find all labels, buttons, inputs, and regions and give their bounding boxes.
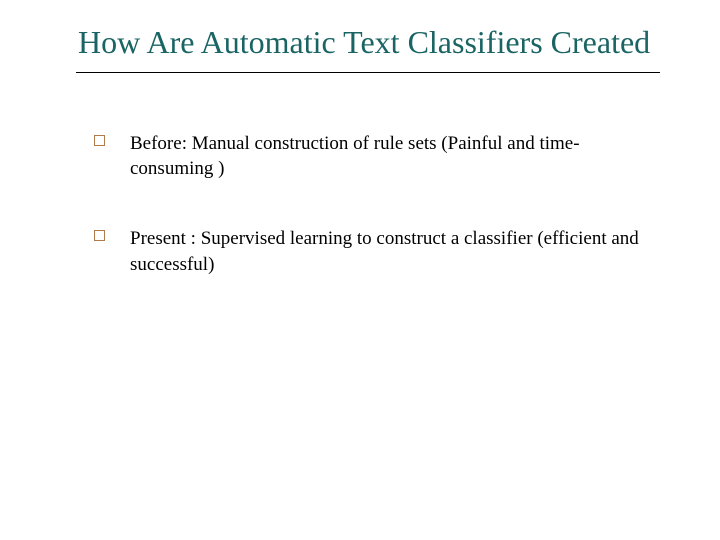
circle-bullet-icon [94,230,105,241]
bullet-text: Present : Supervised learning to constru… [130,228,639,275]
list-item: Before: Manual construction of rule sets… [94,131,660,182]
circle-bullet-icon [94,135,105,146]
slide-container: How Are Automatic Text Classifiers Creat… [0,0,720,540]
bullet-list: Before: Manual construction of rule sets… [78,131,660,278]
slide-title: How Are Automatic Text Classifiers Creat… [78,24,660,62]
bullet-text: Before: Manual construction of rule sets… [130,133,580,180]
title-underline [76,72,660,73]
list-item: Present : Supervised learning to constru… [94,226,660,277]
